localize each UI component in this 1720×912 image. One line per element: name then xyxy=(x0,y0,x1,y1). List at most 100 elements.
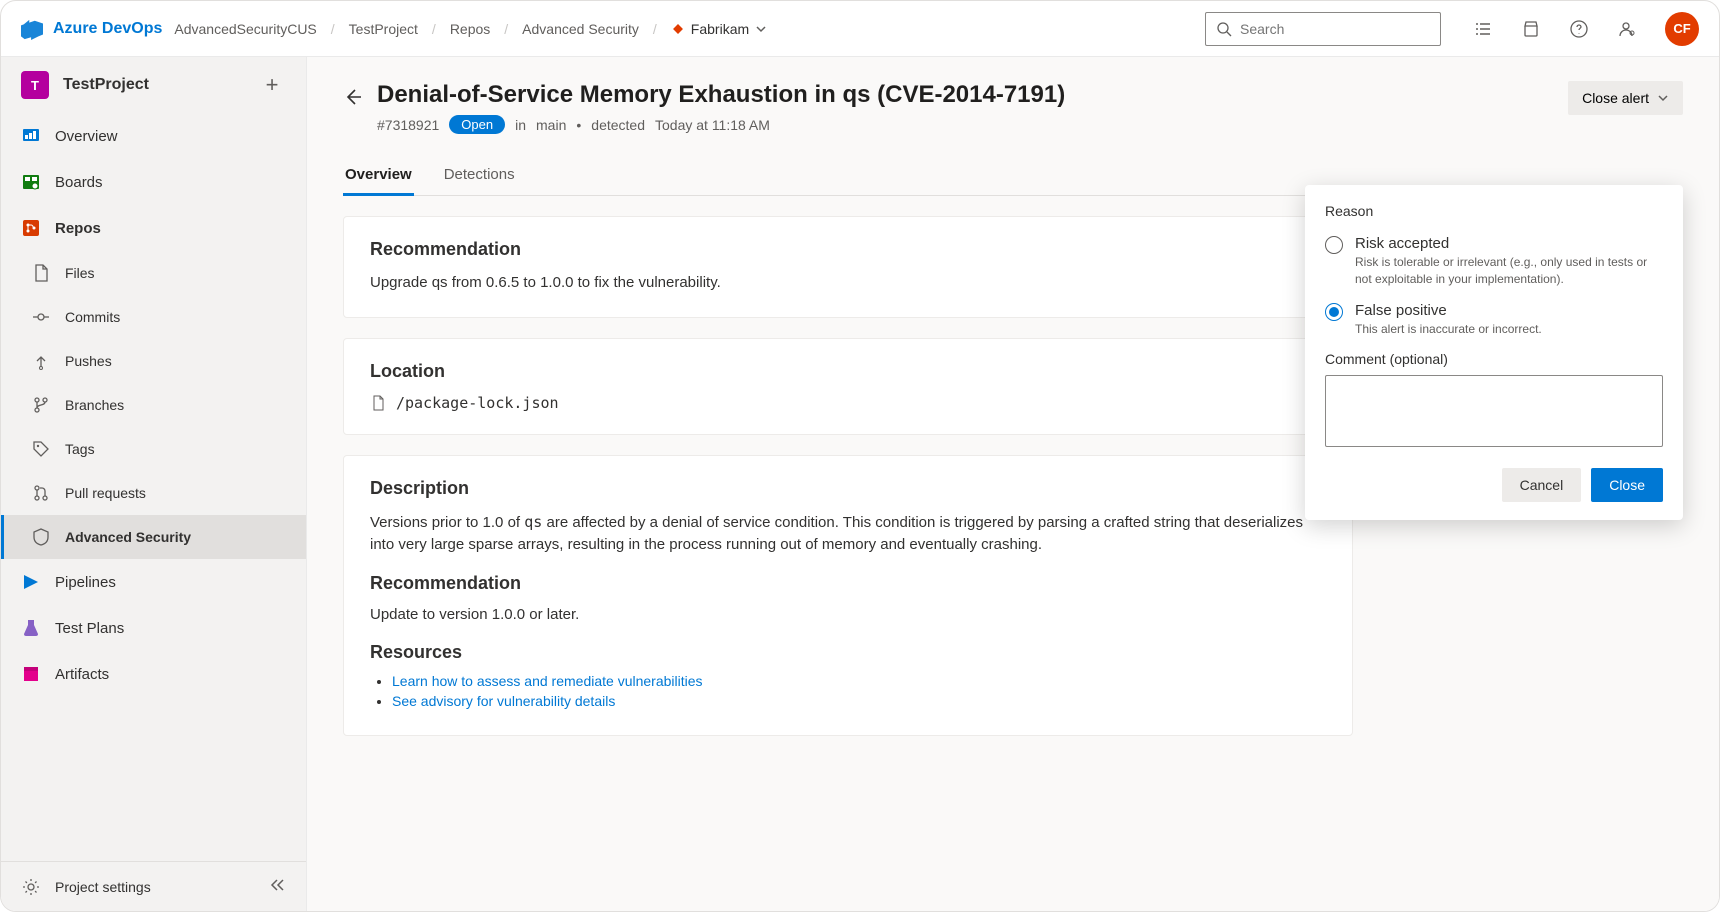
repos-icon xyxy=(21,218,41,238)
project-name: TestProject xyxy=(63,76,244,94)
card-location: Location /package-lock.json xyxy=(343,338,1353,435)
main-content: Denial-of-Service Memory Exhaustion in q… xyxy=(307,57,1719,911)
sidebar-item-commits[interactable]: Commits xyxy=(1,295,306,339)
search-box[interactable] xyxy=(1205,12,1441,46)
repo-icon xyxy=(671,22,685,36)
breadcrumb-repo[interactable]: Fabrikam xyxy=(667,19,771,39)
page-meta: #7318921 Open in main • detected Today a… xyxy=(377,115,1554,134)
sidebar-item-repos[interactable]: Repos xyxy=(1,205,306,251)
recommendation-sub-heading: Recommendation xyxy=(370,573,1326,594)
collapse-sidebar-icon[interactable] xyxy=(268,876,286,897)
close-alert-popover: Reason Risk accepted Risk is tolerable o… xyxy=(1305,185,1683,520)
sidebar-label: Repos xyxy=(55,220,101,237)
search-input[interactable] xyxy=(1240,21,1430,37)
brand-logo[interactable]: Azure DevOps xyxy=(21,18,162,40)
branches-icon xyxy=(31,395,51,415)
resources-heading: Resources xyxy=(370,642,1326,663)
add-button[interactable]: + xyxy=(258,72,286,98)
sidebar-item-overview[interactable]: Overview xyxy=(1,113,306,159)
azure-devops-icon xyxy=(21,18,43,40)
detected-time: Today at 11:18 AM xyxy=(655,117,770,133)
help-icon[interactable] xyxy=(1569,19,1589,39)
close-button[interactable]: Close xyxy=(1591,468,1663,502)
alert-id: #7318921 xyxy=(377,117,439,133)
breadcrumb-section[interactable]: Repos xyxy=(446,19,494,39)
sidebar-label: Test Plans xyxy=(55,620,124,637)
location-file[interactable]: /package-lock.json xyxy=(370,394,1326,412)
overview-icon xyxy=(21,126,41,146)
brand-text: Azure DevOps xyxy=(53,20,162,38)
radio-risk-accepted[interactable]: Risk accepted Risk is tolerable or irrel… xyxy=(1325,235,1663,288)
recommendation-text: Upgrade qs from 0.6.5 to 1.0.0 to fix th… xyxy=(370,272,1326,295)
sidebar-label: Commits xyxy=(65,309,120,325)
tags-icon xyxy=(31,439,51,459)
description-heading: Description xyxy=(370,478,1326,499)
location-heading: Location xyxy=(370,361,1326,382)
sidebar-item-advanced-security[interactable]: Advanced Security xyxy=(1,515,306,559)
breadcrumb-sub[interactable]: Advanced Security xyxy=(518,19,643,39)
sidebar-label: Artifacts xyxy=(55,666,109,683)
breadcrumb-org[interactable]: AdvancedSecurityCUS xyxy=(170,19,320,39)
sidebar-label: Overview xyxy=(55,128,118,145)
shield-icon xyxy=(31,527,51,547)
sidebar-item-files[interactable]: Files xyxy=(1,251,306,295)
sidebar-label: Files xyxy=(65,265,95,281)
tab-overview[interactable]: Overview xyxy=(343,156,414,196)
user-settings-icon[interactable] xyxy=(1617,19,1637,39)
status-badge: Open xyxy=(449,115,505,134)
page-title: Denial-of-Service Memory Exhaustion in q… xyxy=(377,81,1554,109)
comment-input[interactable] xyxy=(1325,375,1663,447)
radio-false-positive[interactable]: False positive This alert is inaccurate … xyxy=(1325,302,1663,338)
commits-icon xyxy=(31,307,51,327)
sidebar-item-branches[interactable]: Branches xyxy=(1,383,306,427)
card-recommendation: Recommendation Upgrade qs from 0.6.5 to … xyxy=(343,216,1353,318)
sidebar: T TestProject + Overview Boards Repos xyxy=(1,57,307,911)
description-body: Versions prior to 1.0 of qs are affected… xyxy=(370,511,1326,557)
sidebar-item-artifacts[interactable]: Artifacts xyxy=(1,651,306,697)
file-icon xyxy=(370,395,386,411)
chevron-down-icon xyxy=(755,23,767,35)
tab-detections[interactable]: Detections xyxy=(442,156,517,195)
recommendation-heading: Recommendation xyxy=(370,239,1326,260)
breadcrumb-project[interactable]: TestProject xyxy=(345,19,422,39)
top-bar: Azure DevOps AdvancedSecurityCUS / TestP… xyxy=(1,1,1719,57)
sidebar-label: Pipelines xyxy=(55,574,116,591)
sidebar-item-test-plans[interactable]: Test Plans xyxy=(1,605,306,651)
marketplace-icon[interactable] xyxy=(1521,19,1541,39)
close-alert-button[interactable]: Close alert xyxy=(1568,81,1683,115)
back-arrow-icon[interactable] xyxy=(343,87,363,107)
resource-link-2[interactable]: See advisory for vulnerability details xyxy=(392,693,615,709)
project-badge: T xyxy=(21,71,49,99)
pull-requests-icon xyxy=(31,483,51,503)
project-header[interactable]: T TestProject + xyxy=(1,57,306,113)
resource-link-1[interactable]: Learn how to assess and remediate vulner… xyxy=(392,673,703,689)
list-icon[interactable] xyxy=(1473,19,1493,39)
sidebar-item-pull-requests[interactable]: Pull requests xyxy=(1,471,306,515)
search-icon xyxy=(1216,21,1232,37)
project-settings-label[interactable]: Project settings xyxy=(55,879,151,895)
sidebar-item-pushes[interactable]: Pushes xyxy=(1,339,306,383)
sidebar-label: Advanced Security xyxy=(65,529,191,545)
sidebar-item-pipelines[interactable]: Pipelines xyxy=(1,559,306,605)
pipelines-icon xyxy=(21,572,41,592)
sidebar-item-boards[interactable]: Boards xyxy=(1,159,306,205)
boards-icon xyxy=(21,172,41,192)
user-avatar[interactable]: CF xyxy=(1665,12,1699,46)
radio-input[interactable] xyxy=(1325,236,1343,254)
pushes-icon xyxy=(31,351,51,371)
sidebar-label: Branches xyxy=(65,397,124,413)
reason-label: Reason xyxy=(1325,203,1663,219)
sidebar-footer: Project settings xyxy=(1,861,306,911)
sidebar-label: Pushes xyxy=(65,353,112,369)
cancel-button[interactable]: Cancel xyxy=(1502,468,1582,502)
branch-name: main xyxy=(536,117,566,133)
sidebar-label: Tags xyxy=(65,441,95,457)
recommendation-sub-text: Update to version 1.0.0 or later. xyxy=(370,604,1326,627)
sidebar-label: Pull requests xyxy=(65,485,146,501)
sidebar-label: Boards xyxy=(55,174,103,191)
gear-icon[interactable] xyxy=(21,877,41,897)
radio-input[interactable] xyxy=(1325,303,1343,321)
files-icon xyxy=(31,263,51,283)
artifacts-icon xyxy=(21,664,41,684)
sidebar-item-tags[interactable]: Tags xyxy=(1,427,306,471)
